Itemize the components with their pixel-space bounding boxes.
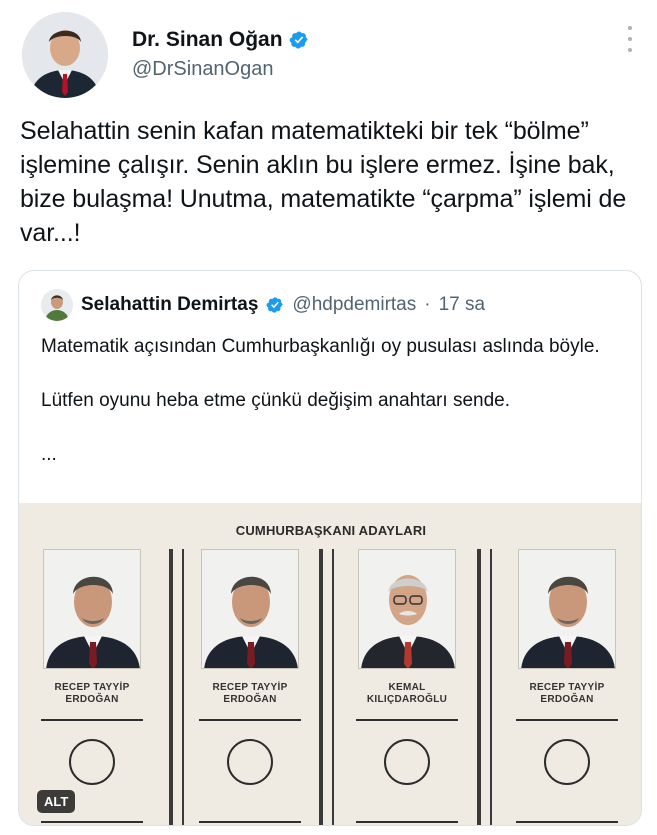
quoted-paragraph: Lütfen oyunu heba etme çünkü değişim ana… xyxy=(41,390,510,411)
candidate-name-line: RECEP TAYYİP xyxy=(529,682,605,693)
candidate-name-line: RECEP TAYYİP xyxy=(212,682,288,693)
candidate-column: RECEP TAYYİP ERDOĞAN xyxy=(37,549,147,825)
ballot-rule xyxy=(516,719,618,721)
ballot-rule xyxy=(41,719,143,721)
alt-text-button[interactable]: ALT xyxy=(37,790,76,813)
quoted-tweet-text: Matematik açısından Cumhurbaşkanlığı oy … xyxy=(41,333,631,468)
quoted-tweet-header: Selahattin Demirtaş @hdpdemirtas · 17 sa xyxy=(41,289,485,321)
ballot-rule xyxy=(356,821,458,823)
author-avatar-image xyxy=(22,12,108,98)
vote-circle[interactable] xyxy=(69,739,115,785)
ballot-divider xyxy=(319,549,323,825)
quoted-tweet[interactable]: Selahattin Demirtaş @hdpdemirtas · 17 sa… xyxy=(18,270,642,826)
author-avatar[interactable] xyxy=(22,12,108,98)
candidate-name: KEMAL KILIÇDAROĞLU xyxy=(352,682,462,706)
verified-badge-icon xyxy=(266,297,284,313)
ballot-title: CUMHURBAŞKANI ADAYLARI xyxy=(235,523,427,538)
quoted-paragraph: Matematik açısından Cumhurbaşkanlığı oy … xyxy=(41,336,600,357)
candidate-name-line: ERDOĞAN xyxy=(65,694,119,705)
candidate-photo xyxy=(358,549,456,669)
ballot-divider xyxy=(332,549,334,825)
tweet-text: Selahattin senin kafan matematikteki bir… xyxy=(20,117,627,247)
timestamp-separator: · xyxy=(424,294,431,315)
more-options-icon[interactable] xyxy=(625,26,635,52)
ballot-rule xyxy=(516,821,618,823)
candidate-name-line: RECEP TAYYİP xyxy=(54,682,130,693)
quoted-paragraph: ... xyxy=(41,444,57,465)
ballot-divider xyxy=(182,549,184,825)
candidate-name: RECEP TAYYİP ERDOĞAN xyxy=(512,682,622,706)
quoted-author-avatar[interactable] xyxy=(41,289,73,321)
candidate-column: RECEP TAYYİP ERDOĞAN xyxy=(512,549,622,825)
candidate-photo xyxy=(518,549,616,669)
quoted-author-handle[interactable]: @hdpdemirtas xyxy=(292,294,416,316)
candidate-name-line: ERDOĞAN xyxy=(223,694,277,705)
ballot-divider xyxy=(169,549,173,825)
ballot-rule xyxy=(199,821,301,823)
candidate-name-line: KILIÇDAROĞLU xyxy=(366,694,448,705)
candidate-column: KEMAL KILIÇDAROĞLU xyxy=(352,549,462,825)
ballot-divider xyxy=(490,549,492,825)
vote-circle[interactable] xyxy=(544,739,590,785)
author-name-row[interactable]: Dr. Sinan Oğan xyxy=(132,28,309,52)
quoted-author-name[interactable]: Selahattin Demirtaş xyxy=(81,294,258,316)
vote-circle[interactable] xyxy=(384,739,430,785)
verified-badge-icon xyxy=(289,31,308,49)
quoted-avatar-image xyxy=(41,289,73,321)
ballot-rule xyxy=(41,821,143,823)
candidate-name-line: KEMAL xyxy=(388,682,426,693)
candidate-photo xyxy=(43,549,141,669)
candidate-column: RECEP TAYYİP ERDOĞAN xyxy=(195,549,305,825)
author-name[interactable]: Dr. Sinan Oğan xyxy=(132,28,283,52)
candidate-name: RECEP TAYYİP ERDOĞAN xyxy=(37,682,147,706)
candidate-name-line: ERDOĞAN xyxy=(540,694,594,705)
vote-circle[interactable] xyxy=(227,739,273,785)
candidate-photo xyxy=(201,549,299,669)
candidate-name: RECEP TAYYİP ERDOĞAN xyxy=(195,682,305,706)
ballot-rule xyxy=(199,719,301,721)
ballot-image[interactable]: CUMHURBAŞKANI ADAYLARI RECEP TAYYİP ERDO… xyxy=(19,503,641,825)
ballot-divider xyxy=(477,549,481,825)
author-handle[interactable]: @DrSinanOgan xyxy=(132,58,273,81)
ballot-rule xyxy=(356,719,458,721)
quoted-timestamp[interactable]: 17 sa xyxy=(439,294,485,316)
